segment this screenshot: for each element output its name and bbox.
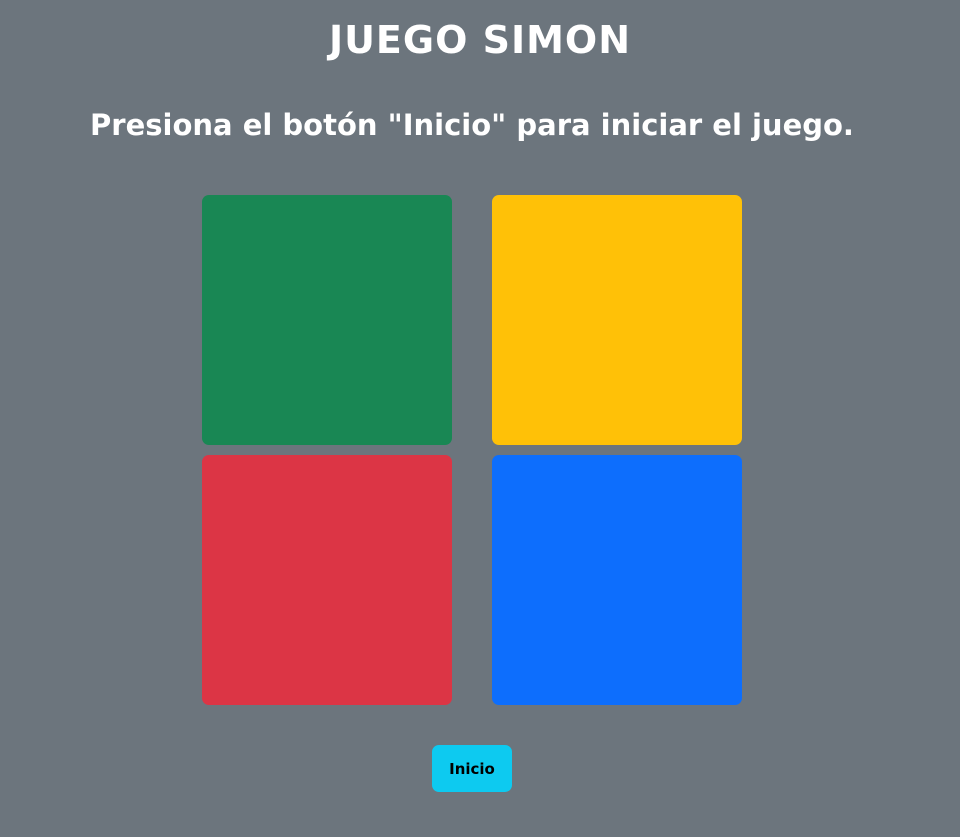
red-pad[interactable] — [202, 455, 452, 705]
green-pad[interactable] — [202, 195, 452, 445]
page-title: JUEGO SIMON — [328, 18, 632, 62]
simon-board — [202, 195, 742, 705]
start-button[interactable]: Inicio — [432, 745, 512, 792]
yellow-pad[interactable] — [492, 195, 742, 445]
game-instructions: Presiona el botón "Inicio" para iniciar … — [90, 108, 854, 142]
blue-pad[interactable] — [492, 455, 742, 705]
